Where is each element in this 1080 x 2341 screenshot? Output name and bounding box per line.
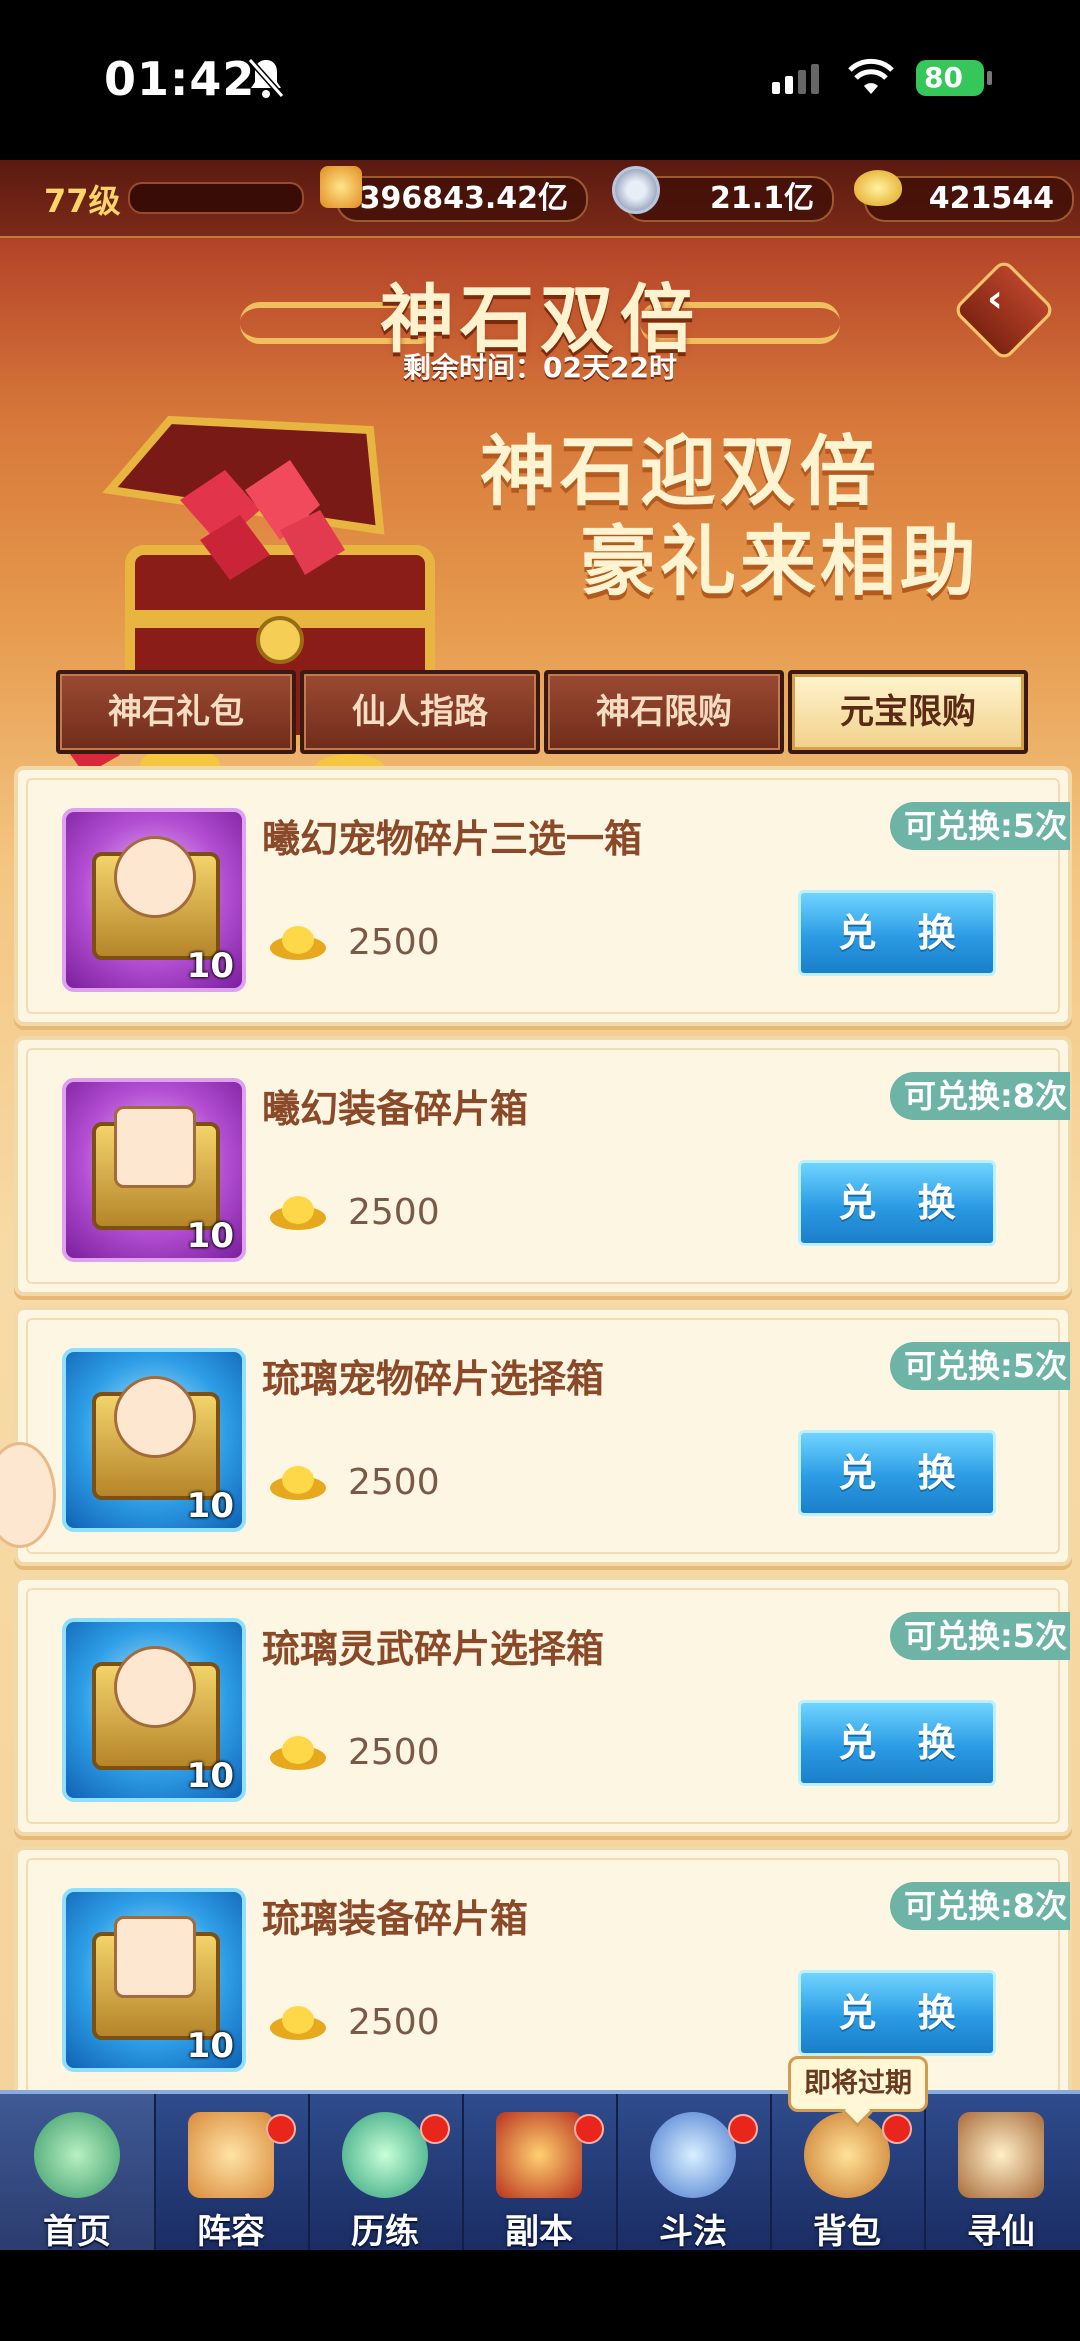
item-price: 2500 xyxy=(348,2002,440,2043)
item-count: 10 xyxy=(186,946,234,986)
tab-shenshi-limited[interactable]: 神石限购 xyxy=(544,670,784,754)
item-price: 2500 xyxy=(348,1732,440,1773)
player-level: 77级 xyxy=(44,182,121,220)
treasure-chest-illustration xyxy=(60,415,435,786)
item-count: 10 xyxy=(186,1216,234,1256)
resource-bar: 77级 396843.42亿 21.1亿 421544 xyxy=(0,160,1080,238)
item-name: 琉璃灵武碎片选择箱 xyxy=(262,1627,605,1671)
notification-dot xyxy=(574,2114,604,2144)
list-item: 10 曦幻宠物碎片三选一箱 2500 可兑换:5次 兑 换 xyxy=(14,766,1072,1026)
expiring-tooltip: 即将过期 xyxy=(788,2056,928,2112)
exchange-limit-badge: 可兑换:5次 xyxy=(890,1342,1070,1390)
item-count: 10 xyxy=(186,1486,234,1526)
slogan-line-2: 豪礼来相助 xyxy=(580,517,980,606)
exchange-button[interactable]: 兑 换 xyxy=(798,1160,996,1246)
exchange-button[interactable]: 兑 换 xyxy=(798,1970,996,2056)
status-bar: 01:42 80 xyxy=(0,0,1080,160)
nav-battle[interactable]: 斗法 xyxy=(616,2094,772,2250)
item-icon[interactable]: 10 xyxy=(62,1348,246,1532)
list-item: 10 琉璃宠物碎片选择箱 2500 可兑换:5次 兑 换 xyxy=(14,1306,1072,1566)
item-count: 10 xyxy=(186,1756,234,1796)
item-price: 2500 xyxy=(348,1192,440,1233)
scroll-cards-icon xyxy=(188,2112,274,2198)
power-value: 396843.42亿 xyxy=(359,181,568,216)
home-indicator-area xyxy=(0,2250,1080,2341)
gold-ingot-icon xyxy=(854,170,902,206)
bottom-nav: 首页 阵容 历练 副本 斗法 背包 寻仙 xyxy=(0,2090,1080,2250)
wifi-icon xyxy=(848,58,894,94)
nav-lineup[interactable]: 阵容 xyxy=(154,2094,310,2250)
item-name: 琉璃宠物碎片选择箱 xyxy=(262,1357,605,1401)
back-arrow-icon: ‹ xyxy=(986,276,1003,322)
tab-shenshi-gift[interactable]: 神石礼包 xyxy=(56,670,296,754)
gold-ingot-icon xyxy=(270,1196,326,1230)
mountain-icon xyxy=(34,2112,120,2198)
exchange-button[interactable]: 兑 换 xyxy=(798,1430,996,1516)
exchange-button[interactable]: 兑 换 xyxy=(798,890,996,976)
item-name: 曦幻宠物碎片三选一箱 xyxy=(262,817,643,861)
gold-ingot-icon xyxy=(270,2006,326,2040)
list-item: 10 曦幻装备碎片箱 2500 可兑换:8次 兑 换 xyxy=(14,1036,1072,1296)
nav-seek-immortal[interactable]: 寻仙 xyxy=(924,2094,1078,2250)
game-screen: 77级 396843.42亿 21.1亿 421544 神石双倍 剩余时间：02… xyxy=(0,160,1080,2250)
battle-power-icon xyxy=(320,166,362,208)
map-scroll-icon xyxy=(958,2112,1044,2198)
notification-dot xyxy=(266,2114,296,2144)
tab-xianren-guide[interactable]: 仙人指路 xyxy=(300,670,540,754)
gold-ingot-icon xyxy=(270,1466,326,1500)
shop-tabs: 神石礼包 仙人指路 神石限购 元宝限购 xyxy=(56,670,1028,754)
bell-slash-icon xyxy=(247,58,285,98)
cellular-signal-icon xyxy=(772,64,824,94)
item-icon[interactable]: 10 xyxy=(62,1618,246,1802)
item-count: 10 xyxy=(186,2026,234,2066)
silver-value: 21.1亿 xyxy=(709,181,814,216)
gourd-icon xyxy=(342,2112,428,2198)
item-name: 曦幻装备碎片箱 xyxy=(262,1087,529,1131)
exchange-limit-badge: 可兑换:8次 xyxy=(890,1882,1070,1930)
battery-charging-icon: 80 xyxy=(916,60,992,96)
exchange-limit-badge: 可兑换:5次 xyxy=(890,802,1070,850)
gold-ingot-icon xyxy=(270,926,326,960)
item-icon[interactable]: 10 xyxy=(62,1078,246,1262)
power-display: 396843.42亿 xyxy=(336,176,588,222)
item-price: 2500 xyxy=(348,922,440,963)
tab-yuanbao-limited[interactable]: 元宝限购 xyxy=(788,670,1028,754)
notification-dot xyxy=(728,2114,758,2144)
bag-icon xyxy=(804,2112,890,2198)
silver-coin-icon xyxy=(612,166,660,214)
battery-level: 80 xyxy=(924,61,963,94)
exchange-limit-badge: 可兑换:8次 xyxy=(890,1072,1070,1120)
exp-bar xyxy=(128,182,304,214)
item-name: 琉璃装备碎片箱 xyxy=(262,1897,529,1941)
item-price: 2500 xyxy=(348,1462,440,1503)
notification-dot xyxy=(882,2114,912,2144)
exchange-limit-badge: 可兑换:5次 xyxy=(890,1612,1070,1660)
item-icon[interactable]: 10 xyxy=(62,1888,246,2072)
notification-dot xyxy=(420,2114,450,2144)
tower-icon xyxy=(650,2112,736,2198)
nav-dungeon[interactable]: 副本 xyxy=(462,2094,618,2250)
nav-training[interactable]: 历练 xyxy=(308,2094,464,2250)
nav-home[interactable]: 首页 xyxy=(0,2094,156,2250)
status-time: 01:42 xyxy=(104,52,256,106)
gold-ingot-icon xyxy=(270,1736,326,1770)
item-icon[interactable]: 10 xyxy=(62,808,246,992)
gate-icon xyxy=(496,2112,582,2198)
list-item: 10 琉璃灵武碎片选择箱 2500 可兑换:5次 兑 换 xyxy=(14,1576,1072,1836)
exchange-button[interactable]: 兑 换 xyxy=(798,1700,996,1786)
gold-value: 421544 xyxy=(928,181,1054,216)
